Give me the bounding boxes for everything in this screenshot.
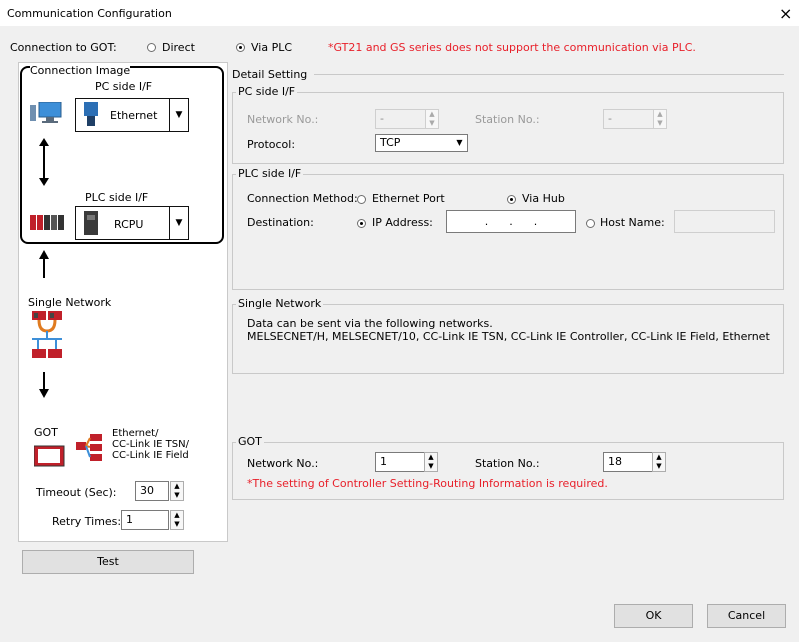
timeout-stepper[interactable]: ▲ ▼	[170, 481, 184, 501]
ip-address-input[interactable]: . . .	[446, 210, 576, 233]
host-name-label[interactable]: Host Name:	[600, 216, 665, 229]
destination-label: Destination:	[247, 216, 314, 229]
retry-label: Retry Times:	[52, 515, 122, 528]
detail-setting-label: Detail Setting	[232, 68, 308, 81]
got-network-no-input[interactable]: 1	[375, 452, 425, 472]
got-station-no-input[interactable]: 18	[603, 452, 653, 472]
ethernet-port-radio[interactable]	[357, 195, 366, 204]
got-routing-note: *The setting of Controller Setting-Routi…	[247, 477, 608, 490]
pc-network-no-label: Network No.:	[247, 113, 319, 126]
plc-if-label: PLC side I/F	[85, 191, 149, 204]
got-station-no-stepper[interactable]: ▲ ▼	[652, 452, 666, 472]
retry-stepper[interactable]: ▲ ▼	[170, 510, 184, 530]
got-label: GOT	[34, 426, 58, 439]
network-icon	[32, 311, 62, 358]
up-arrow-icon	[39, 250, 49, 278]
cancel-button[interactable]: Cancel	[707, 604, 786, 628]
got-station-no-label: Station No.:	[475, 457, 540, 470]
chevron-down-icon[interactable]: ▼	[169, 207, 188, 239]
got-network-no-label: Network No.:	[247, 457, 319, 470]
got-network-text: Ethernet/ CC-Link IE TSN/ CC-Link IE Fie…	[112, 428, 189, 461]
pc-station-no-input[interactable]: -	[603, 109, 655, 129]
detail-divider	[314, 74, 784, 75]
via-plc-radio[interactable]	[236, 43, 245, 52]
timeout-label: Timeout (Sec):	[36, 486, 117, 499]
title-bar: Communication Configuration ×	[0, 0, 799, 26]
pc-station-no-stepper[interactable]: ▲ ▼	[653, 109, 667, 129]
pc-network-no-stepper[interactable]: ▲ ▼	[425, 109, 439, 129]
ok-button[interactable]: OK	[614, 604, 693, 628]
ip-address-label[interactable]: IP Address:	[372, 216, 433, 229]
via-hub-radio[interactable]	[507, 195, 516, 204]
pc-if-combo[interactable]: Ethernet ▼	[75, 98, 189, 132]
chevron-down-icon[interactable]: ▼	[169, 99, 188, 131]
plc-icon	[30, 215, 64, 230]
pc-if-group-label: PC side I/F	[236, 85, 298, 98]
via-plc-label[interactable]: Via PLC	[251, 41, 292, 54]
timeout-input[interactable]: 30	[135, 481, 169, 501]
plc-if-value: RCPU	[114, 218, 144, 231]
pc-if-label: PC side I/F	[95, 80, 153, 93]
connection-method-label: Connection Method:	[247, 192, 358, 205]
via-hub-label[interactable]: Via Hub	[522, 192, 565, 205]
via-plc-note: *GT21 and GS series does not support the…	[328, 41, 696, 54]
got-group-label: GOT	[236, 435, 264, 448]
connection-label: Connection to GOT:	[10, 41, 117, 54]
pc-if-value: Ethernet	[110, 109, 158, 122]
single-network-group-label: Single Network	[236, 297, 324, 310]
got-group	[232, 442, 784, 500]
host-name-radio[interactable]	[586, 219, 595, 228]
got-icon	[34, 445, 65, 467]
window-title: Communication Configuration	[7, 7, 172, 20]
pc-network-no-input[interactable]: -	[375, 109, 427, 129]
retry-input[interactable]: 1	[121, 510, 169, 530]
down-arrow-icon	[39, 372, 49, 398]
protocol-select[interactable]: TCP ▼	[375, 134, 468, 152]
single-network-line1: Data can be sent via the following netwo…	[247, 317, 493, 330]
got-network-icon	[76, 434, 102, 461]
plc-if-group-label: PLC side I/F	[236, 167, 304, 180]
chevron-down-icon[interactable]: ▼	[452, 135, 467, 151]
single-network-line2: MELSECNET/H, MELSECNET/10, CC-Link IE TS…	[247, 330, 770, 343]
protocol-value: TCP	[380, 136, 401, 149]
plc-if-combo[interactable]: RCPU ▼	[75, 206, 189, 240]
double-arrow-icon	[39, 138, 49, 186]
pc-if-group	[232, 92, 784, 164]
pc-icon	[30, 102, 62, 123]
host-name-input[interactable]	[674, 210, 775, 233]
direct-label[interactable]: Direct	[162, 41, 195, 54]
connection-image-label: Connection Image	[30, 64, 131, 77]
single-network-label: Single Network	[28, 296, 112, 309]
protocol-label: Protocol:	[247, 138, 296, 151]
close-icon[interactable]: ×	[779, 4, 792, 23]
pc-station-no-label: Station No.:	[475, 113, 540, 126]
ethernet-port-label[interactable]: Ethernet Port	[372, 192, 445, 205]
ip-address-radio[interactable]	[357, 219, 366, 228]
test-button[interactable]: Test	[22, 550, 194, 574]
ethernet-icon	[84, 102, 98, 126]
direct-radio[interactable]	[147, 43, 156, 52]
got-network-no-stepper[interactable]: ▲ ▼	[424, 452, 438, 472]
rcpu-icon	[84, 211, 98, 235]
